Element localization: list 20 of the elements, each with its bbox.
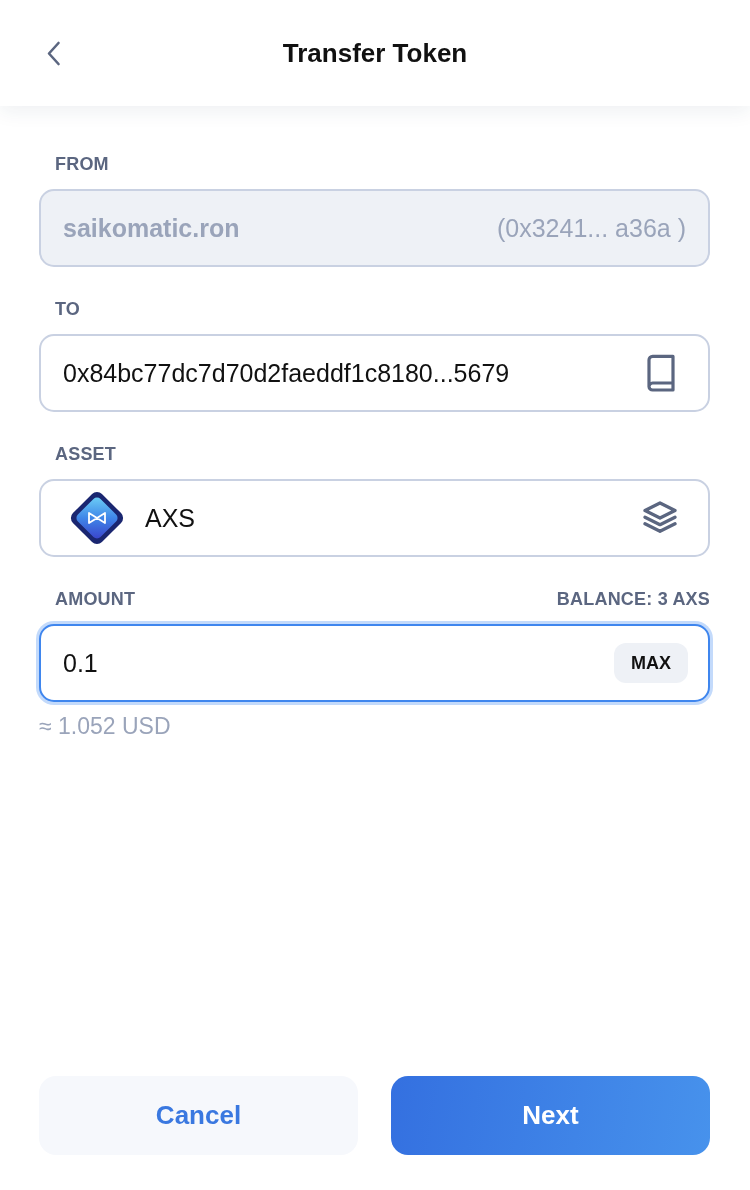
recipient-field[interactable]: 0x84bc77dc7d70d2faeddf1c8180...5679 bbox=[39, 334, 710, 412]
field-label: TO bbox=[55, 298, 81, 320]
recipient-address: 0x84bc77dc7d70d2faeddf1c8180...5679 bbox=[63, 358, 510, 388]
next-button[interactable]: Next bbox=[391, 1076, 710, 1155]
usd-conversion: ≈ 1.052 USD bbox=[39, 713, 171, 739]
amount-field[interactable]: 0.1 MAX bbox=[39, 624, 710, 702]
account-name: saikomatic.ron bbox=[63, 213, 240, 243]
account-address: (0x3241... a36a ) bbox=[497, 213, 686, 243]
cancel-button[interactable]: Cancel bbox=[39, 1076, 358, 1155]
back-icon[interactable] bbox=[46, 40, 61, 66]
amount-value: 0.1 bbox=[63, 648, 98, 678]
page-title: Transfer Token bbox=[282, 37, 468, 69]
field-label: ASSET bbox=[55, 443, 116, 465]
book-icon[interactable] bbox=[646, 354, 676, 392]
balance-label: BALANCE: 3 AXS bbox=[556, 588, 710, 610]
field-label: AMOUNT bbox=[55, 588, 136, 610]
asset-selector[interactable]: AXS bbox=[39, 479, 710, 557]
max-button[interactable]: MAX bbox=[614, 643, 688, 683]
field-label: FROM bbox=[55, 153, 109, 175]
asset-name: AXS bbox=[145, 503, 196, 533]
